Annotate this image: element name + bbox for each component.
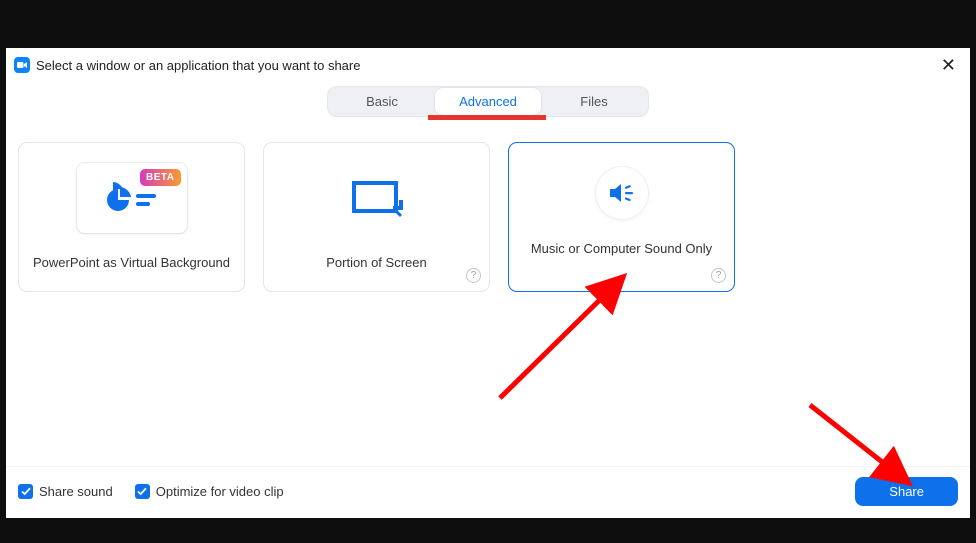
share-screen-dialog: Select a window or an application that y… — [6, 48, 970, 518]
checkmark-icon — [18, 484, 33, 499]
option-computer-sound-only[interactable]: Music or Computer Sound Only ? — [508, 142, 735, 292]
checkbox-share-sound[interactable]: Share sound — [18, 484, 113, 499]
speaker-icon — [608, 181, 636, 205]
sound-thumb — [596, 167, 648, 219]
help-icon[interactable]: ? — [711, 268, 726, 283]
titlebar: Select a window or an application that y… — [6, 48, 970, 82]
option-label: Music or Computer Sound Only — [531, 241, 712, 256]
share-button[interactable]: Share — [855, 477, 958, 506]
tab-advanced[interactable]: Advanced — [435, 88, 541, 115]
close-icon[interactable]: ✕ — [935, 54, 962, 76]
option-portion-of-screen[interactable]: Portion of Screen ? — [263, 142, 490, 292]
help-icon[interactable]: ? — [466, 268, 481, 283]
crop-rectangle-icon — [349, 178, 405, 218]
share-options: BETA PowerPoint as Virtual Background — [6, 120, 970, 292]
checkbox-label: Share sound — [39, 484, 113, 499]
checkbox-optimize-video[interactable]: Optimize for video clip — [135, 484, 284, 499]
option-powerpoint-virtual-background[interactable]: BETA PowerPoint as Virtual Background — [18, 142, 245, 292]
zoom-icon — [14, 57, 30, 73]
option-label: PowerPoint as Virtual Background — [33, 255, 230, 270]
tab-basic[interactable]: Basic — [329, 88, 435, 115]
dialog-footer: Share sound Optimize for video clip Shar… — [6, 466, 970, 518]
beta-badge: BETA — [140, 169, 180, 186]
powerpoint-thumb: BETA — [77, 163, 187, 233]
option-label: Portion of Screen — [326, 255, 426, 270]
checkmark-icon — [135, 484, 150, 499]
tabs: Basic Advanced Files — [327, 86, 649, 117]
dialog-title: Select a window or an application that y… — [36, 58, 360, 73]
portion-thumb — [322, 163, 432, 233]
tab-files[interactable]: Files — [541, 88, 647, 115]
checkbox-label: Optimize for video clip — [156, 484, 284, 499]
